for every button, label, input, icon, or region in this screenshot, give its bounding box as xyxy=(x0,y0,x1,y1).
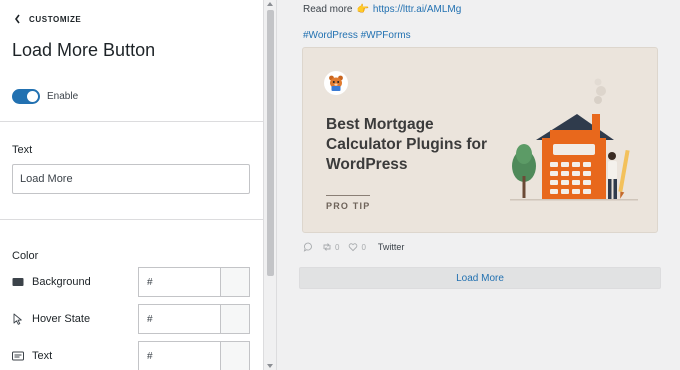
color-section-label: Color xyxy=(12,250,39,262)
text-hex-input[interactable]: # xyxy=(138,341,220,370)
hex-value: # xyxy=(147,276,153,288)
text-section-label: Text xyxy=(12,144,33,156)
customizer-panel: CUSTOMIZE Load More Button Enable Text L… xyxy=(0,0,264,370)
retweet-button[interactable]: 0 xyxy=(322,242,339,252)
retweet-count: 0 xyxy=(335,242,340,252)
background-color-picker[interactable] xyxy=(220,267,250,297)
card-tag: PRO TIP xyxy=(326,201,371,211)
hex-value: # xyxy=(147,313,153,325)
post-image-card[interactable]: Best Mortgage Calculator Plugins for Wor… xyxy=(302,47,658,233)
heart-icon xyxy=(349,243,358,252)
hover-color-field: # xyxy=(138,304,250,334)
chevron-left-icon xyxy=(15,14,20,24)
divider xyxy=(0,121,263,122)
hashtags-link[interactable]: #WordPress #WPForms xyxy=(303,30,411,41)
pointing-hand-icon: 👉 xyxy=(356,4,369,15)
panel-scrollbar[interactable] xyxy=(264,0,277,370)
back-label: CUSTOMIZE xyxy=(29,14,82,24)
hover-hex-input[interactable]: # xyxy=(138,304,220,334)
enable-label: Enable xyxy=(47,91,79,102)
color-row-text: Text # xyxy=(12,341,250,370)
feed-preview: Read more 👉 https://lttr.ai/AMLMg #WordP… xyxy=(278,0,680,370)
back-to-customize-button[interactable]: CUSTOMIZE xyxy=(14,14,81,24)
read-more-text: Read more xyxy=(303,4,353,15)
color-row-label: Hover State xyxy=(32,313,91,325)
text-color-icon xyxy=(12,351,24,361)
like-count: 0 xyxy=(361,242,366,252)
panel-title: Load More Button xyxy=(12,40,156,60)
load-more-button[interactable]: Load More xyxy=(299,267,661,289)
color-row-hover: Hover State # xyxy=(12,304,250,334)
text-color-picker[interactable] xyxy=(220,341,250,370)
scroll-up-arrow-icon[interactable] xyxy=(267,2,273,6)
social-actions: 0 0 Twitter xyxy=(303,242,404,252)
background-color-field: # xyxy=(138,267,250,297)
color-row-background: Background # xyxy=(12,267,250,297)
background-hex-input[interactable]: # xyxy=(138,267,220,297)
enable-toggle[interactable] xyxy=(12,89,40,104)
toggle-knob xyxy=(27,91,38,102)
read-more-link[interactable]: https://lttr.ai/AMLMg xyxy=(373,4,461,15)
wpforms-bear-logo-icon xyxy=(324,71,348,95)
color-row-label: Background xyxy=(32,276,91,288)
scroll-down-arrow-icon[interactable] xyxy=(267,364,273,368)
button-text-value: Load More xyxy=(20,173,73,185)
network-label[interactable]: Twitter xyxy=(378,242,405,252)
text-color-field: # xyxy=(138,341,250,370)
retweet-icon xyxy=(323,243,331,251)
color-row-label: Text xyxy=(32,350,53,362)
read-more-line: Read more 👉 https://lttr.ai/AMLMg xyxy=(303,4,461,15)
hex-value: # xyxy=(147,350,153,362)
background-swatch-icon xyxy=(12,278,24,286)
like-button[interactable]: 0 xyxy=(348,242,366,252)
card-divider xyxy=(326,195,370,196)
button-text-input[interactable]: Load More xyxy=(12,164,250,194)
card-title: Best Mortgage Calculator Plugins for Wor… xyxy=(326,116,488,173)
scroll-thumb[interactable] xyxy=(267,10,274,276)
reply-button[interactable] xyxy=(303,242,313,252)
cursor-pointer-icon xyxy=(13,313,22,325)
house-calculator-illustration xyxy=(510,78,638,201)
hover-color-picker[interactable] xyxy=(220,304,250,334)
reply-icon xyxy=(303,242,312,252)
divider xyxy=(0,219,263,220)
